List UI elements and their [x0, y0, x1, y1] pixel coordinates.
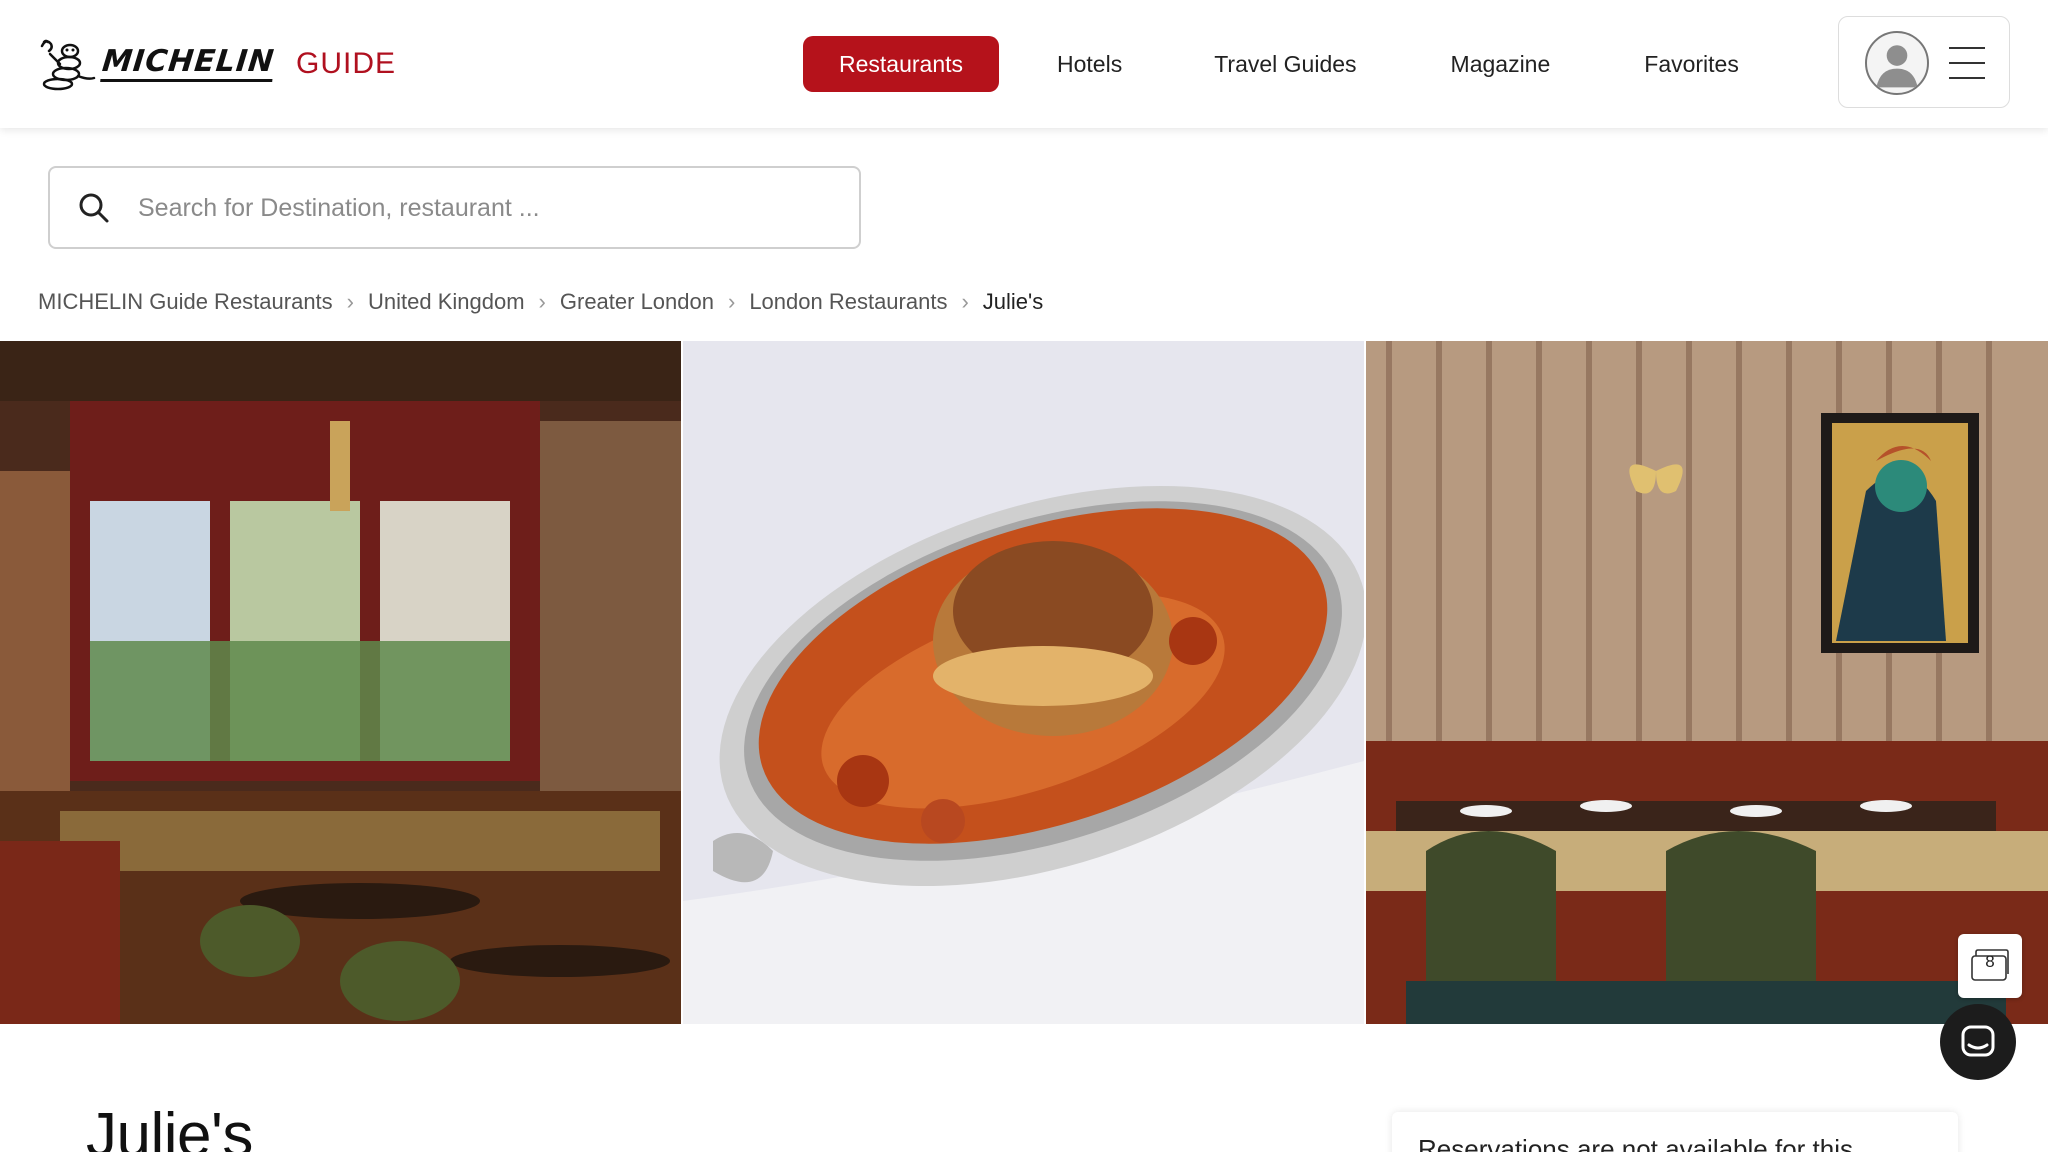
- breadcrumb-greater-london[interactable]: Greater London: [560, 289, 714, 315]
- nav-favorites[interactable]: Favorites: [1608, 36, 1775, 92]
- breadcrumb-london-restaurants[interactable]: London Restaurants: [749, 289, 947, 315]
- bibendum-icon: [40, 39, 96, 91]
- photo-gallery[interactable]: [0, 341, 2048, 1024]
- photo-count: 8: [1985, 952, 1995, 971]
- chevron-right-icon: ›: [538, 289, 546, 314]
- nav-restaurants[interactable]: Restaurants: [803, 36, 1000, 92]
- breadcrumb-michelin-guide-restaurants[interactable]: MICHELIN Guide Restaurants: [38, 289, 333, 315]
- main-nav: Restaurants Hotels Travel Guides Magazin…: [803, 36, 1775, 92]
- breadcrumb-current: Julie's: [982, 289, 1044, 314]
- search-input[interactable]: [138, 182, 838, 234]
- gallery-photo-dining-room[interactable]: [0, 341, 681, 1024]
- breadcrumb-united-kingdom[interactable]: United Kingdom: [368, 289, 525, 315]
- chat-button[interactable]: [1940, 1004, 2016, 1080]
- search-bar[interactable]: [48, 166, 861, 249]
- chevron-right-icon: ›: [961, 289, 969, 314]
- chevron-right-icon: ›: [346, 289, 354, 314]
- gallery-photo-booth[interactable]: [1366, 341, 2048, 1024]
- restaurant-title: Julie's: [86, 1101, 253, 1152]
- search-icon: [79, 193, 109, 223]
- nav-hotels[interactable]: Hotels: [1021, 36, 1158, 92]
- user-avatar-icon[interactable]: [1865, 31, 1929, 95]
- chevron-right-icon: ›: [727, 289, 736, 314]
- michelin-wordmark: MICHELIN: [100, 44, 276, 82]
- reservation-card: Reservations are not available for this: [1392, 1112, 1958, 1152]
- user-menu-button[interactable]: [1838, 16, 2010, 108]
- guide-wordmark: GUIDE: [296, 47, 397, 80]
- site-header: MICHELIN GUIDE Restaurants Hotels Travel…: [0, 0, 2048, 128]
- michelin-guide-logo[interactable]: MICHELIN GUIDE: [36, 36, 396, 92]
- nav-travel-guides[interactable]: Travel Guides: [1178, 36, 1392, 92]
- photo-count-button[interactable]: 8: [1958, 934, 2022, 998]
- nav-magazine[interactable]: Magazine: [1415, 36, 1587, 92]
- gallery-photo-dish[interactable]: [683, 341, 1364, 1024]
- hamburger-menu-icon[interactable]: [1949, 47, 1985, 79]
- reservation-message: Reservations are not available for this: [1418, 1134, 1854, 1152]
- breadcrumb: MICHELIN Guide Restaurants › United King…: [38, 284, 1043, 320]
- chat-icon: [1961, 1025, 1995, 1057]
